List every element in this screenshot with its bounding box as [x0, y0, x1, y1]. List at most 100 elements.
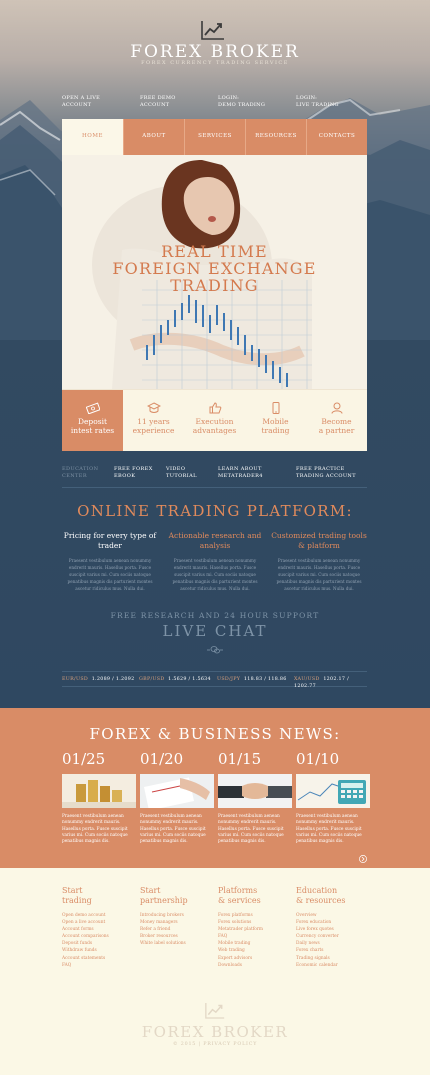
footer-link[interactable]: Web trading [218, 947, 292, 954]
footer-link[interactable]: Broker resources [140, 933, 214, 940]
person-icon [331, 402, 342, 414]
footer-link[interactable]: Expert advisors [218, 955, 292, 962]
footer-link[interactable]: Money managers [140, 919, 214, 926]
news-date: 01/10 [296, 750, 340, 768]
footer-copyright[interactable]: © 2015 | PRIVACY POLICY [0, 1042, 430, 1047]
footer: Start trading Open demo account Open a li… [0, 868, 430, 1075]
nav-services[interactable]: SERVICES [184, 119, 245, 155]
news-item[interactable]: 01/25 Praesent vestibulum aenean nonummy… [62, 750, 136, 845]
footer-link[interactable]: Forex education [296, 919, 370, 926]
brand-tagline: FOREX CURRENCY TRADING SERVICE [141, 60, 289, 66]
news-excerpt: Praesent vestibulum aenean nonummy endre… [62, 814, 128, 845]
handshake-image[interactable] [218, 774, 292, 808]
chevron-right-icon[interactable] [359, 855, 367, 863]
platform-column-tools: Customized trading tools & platform Prae… [271, 531, 367, 591]
footer-column-education: Education & resources Overview Forex educ… [296, 886, 370, 969]
sublink-free-ebook[interactable]: FREE FOREX EBOOK [114, 466, 153, 480]
main-nav: HOME ABOUT SERVICES RESOURCES CONTACTS [62, 119, 367, 155]
news-excerpt: Praesent vestibulum aenean nonummy endre… [140, 814, 206, 845]
chart-logo-icon[interactable] [201, 20, 225, 40]
open-live-account-link[interactable]: OPEN A LIVE ACCOUNT [62, 95, 100, 109]
hero-headline-line3: TRADING [170, 276, 259, 295]
calculator-image[interactable] [296, 774, 370, 808]
footer-column-partnership: Start partnership Introducing brokers Mon… [140, 886, 214, 947]
footer-heading: Platforms & services [218, 886, 261, 905]
footer-link[interactable]: Account forms [62, 926, 136, 933]
footer-link[interactable]: Forex platforms [218, 912, 292, 919]
footer-link[interactable]: Introducing brokers [140, 912, 214, 919]
platform-column-pricing: Pricing for every type of trader Praesen… [63, 531, 157, 591]
secondary-links: EDUCATION CENTER FREE FOREX EBOOK VIDEO TUT… [62, 466, 367, 488]
footer-link[interactable]: FAQ [218, 933, 292, 940]
footer-brand[interactable]: FOREX BROKER [0, 1023, 430, 1041]
sublink-education-center[interactable]: EDUCATION CENTER [62, 466, 98, 480]
footer-link[interactable]: Forex charts [296, 947, 370, 954]
news-item[interactable]: 01/20 Praesent vestibulum aenean nonummy… [140, 750, 214, 845]
footer-link[interactable]: Forex solutions [218, 919, 292, 926]
platform-column-research: Actionable research and analysis Praesen… [168, 531, 262, 591]
news-item[interactable]: 01/10 Praesent vestibulum aenean nonummy… [296, 750, 370, 845]
rate-gbp-usd: GBP/USD 1.5629 / 1.5634 [139, 677, 211, 682]
footer-link[interactable]: Daily news [296, 940, 370, 947]
footer-link[interactable]: Refer a friend [140, 926, 214, 933]
main-card: HOME ABOUT SERVICES RESOURCES CONTACTS R… [62, 119, 367, 451]
currency-rates-ticker: EUR/USD 1.2089 / 1.2092 GBP/USD 1.5629 /… [62, 671, 367, 689]
footer-link[interactable]: Account statements [62, 955, 136, 962]
footer-link[interactable]: FAQ [62, 962, 136, 969]
coins-image[interactable] [62, 774, 136, 808]
feature-execution[interactable]: Execution advantages [184, 390, 245, 451]
rate-xau-usd: XAU/USD 1202.17 / 1202.77 [294, 677, 349, 689]
news-section: FOREX & BUSINESS NEWS: 01/25 Praesent ve… [0, 708, 430, 868]
footer-link[interactable]: Trading signals [296, 955, 370, 962]
top-links: OPEN A LIVE ACCOUNT FREE DEMO ACCOUNT LO… [62, 95, 372, 109]
graduation-cap-icon [146, 402, 161, 413]
mobile-icon [272, 402, 279, 414]
live-chat-link[interactable]: LIVE CHAT [0, 622, 430, 640]
feature-partner[interactable]: Become a partner [306, 390, 367, 451]
free-demo-account-link[interactable]: FREE DEMO ACCOUNT [140, 95, 176, 109]
footer-link[interactable]: Overview [296, 912, 370, 919]
feature-mobile[interactable]: Mobile trading [245, 390, 306, 451]
brand-title[interactable]: FOREX BROKER [0, 42, 430, 62]
feature-bar: Deposit intest rates 11 years experience… [62, 389, 367, 451]
footer-link[interactable]: Withdraw funds [62, 947, 136, 954]
footer-column-trading: Start trading Open demo account Open a li… [62, 886, 136, 969]
news-date: 01/15 [218, 750, 262, 768]
login-demo-trading-link[interactable]: LOGIN: DEMO TRADING [218, 95, 265, 109]
money-icon [85, 402, 100, 414]
chart-logo-icon[interactable] [205, 1002, 225, 1019]
footer-link[interactable]: Live forex quotes [296, 926, 370, 933]
sublink-practice-account[interactable]: FREE PRACTICE TRADING ACCOUNT [296, 466, 356, 480]
footer-link[interactable]: Metatrader platform [218, 926, 292, 933]
footer-link[interactable]: White label solutions [140, 940, 214, 947]
footer-link[interactable]: Downloads [218, 962, 292, 969]
footer-link[interactable]: Deposit funds [62, 940, 136, 947]
footer-link[interactable]: Economic calendar [296, 962, 370, 969]
nav-resources[interactable]: RESOURCES [245, 119, 306, 155]
platform-title: ONLINE TRADING PLATFORM: [77, 502, 353, 520]
footer-link[interactable]: Mobile trading [218, 940, 292, 947]
sublink-video-tutorial[interactable]: VIDEO TUTORIAL [166, 466, 197, 480]
sublink-metatrader4[interactable]: LEARN ABOUT METATRADER4 [218, 466, 263, 480]
hand-document-image[interactable] [140, 774, 214, 808]
chat-bubble-icon[interactable] [207, 645, 223, 655]
footer-link[interactable]: Currency converter [296, 933, 370, 940]
feature-experience[interactable]: 11 years experience [123, 390, 184, 451]
footer-heading: Education & resources [296, 886, 346, 905]
footer-column-platforms: Platforms & services Forex platforms Fore… [218, 886, 292, 969]
login-live-trading-link[interactable]: LOGIN: LIVE TRADING [296, 95, 339, 109]
news-item[interactable]: 01/15 Praesent vestibulum aenean nonummy… [218, 750, 292, 845]
feature-deposit[interactable]: Deposit intest rates [62, 390, 123, 451]
hero-section: FOREX BROKER FOREX CURRENCY TRADING SERV… [0, 0, 430, 708]
footer-heading: Start partnership [140, 886, 188, 905]
support-line: FREE RESEARCH AND 24 HOUR SUPPORT [110, 611, 320, 620]
news-date: 01/20 [140, 750, 184, 768]
nav-about[interactable]: ABOUT [123, 119, 184, 155]
thumbs-up-icon [209, 402, 221, 414]
nav-contacts[interactable]: CONTACTS [306, 119, 367, 155]
footer-link[interactable]: Open a live account [62, 919, 136, 926]
news-title: FOREX & BUSINESS NEWS: [89, 725, 341, 743]
footer-link[interactable]: Account comparisons [62, 933, 136, 940]
footer-link[interactable]: Open demo account [62, 912, 136, 919]
nav-home[interactable]: HOME [62, 119, 123, 155]
